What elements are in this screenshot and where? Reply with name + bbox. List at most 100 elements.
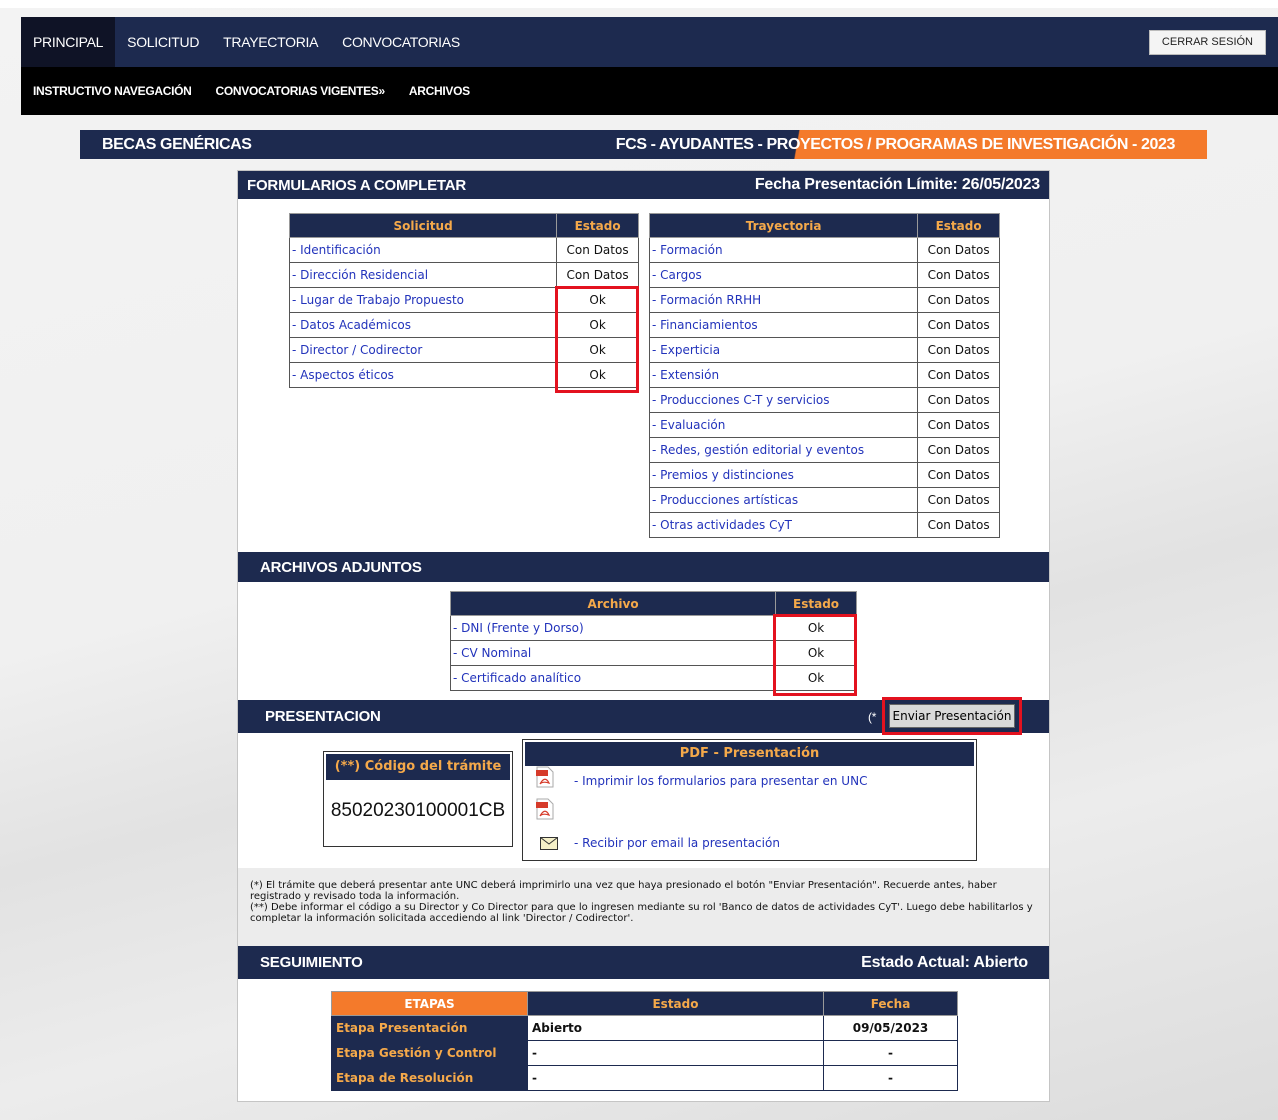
presentation-notes: (*) El trámite que deberá presentar ante…: [238, 868, 1049, 946]
highlight-send-button: [882, 697, 1022, 735]
table-row: Etapa Presentación Abierto 09/05/2023: [331, 1015, 958, 1041]
table-row: - Redes, gestión editorial y eventos Con …: [648, 437, 1000, 463]
col-archivo: Archivo: [449, 591, 777, 616]
status-cell: Con Datos: [917, 337, 1000, 363]
archivo-link[interactable]: - DNI (Frente y Dorso): [449, 615, 777, 641]
seguimiento-title: SEGUIMIENTO: [260, 954, 363, 971]
status-cell: Con Datos: [917, 287, 1000, 313]
solicitud-form-link[interactable]: - Dirección Residencial: [288, 262, 558, 288]
table-row: - Experticia Con Datos: [648, 337, 1000, 363]
trayectoria-form-link[interactable]: - Producciones C-T y servicios: [648, 387, 919, 413]
etapa-cell: Etapa Presentación: [331, 1015, 528, 1041]
solicitud-form-link[interactable]: - Aspectos éticos: [288, 362, 558, 388]
status-cell: Con Datos: [556, 262, 639, 288]
trayectoria-form-link[interactable]: - Financiamientos: [648, 312, 919, 338]
code-value: 85020230100001CB: [330, 800, 506, 821]
table-row: - Producciones artísticas Con Datos: [648, 487, 1000, 513]
nav-principal[interactable]: PRINCIPAL: [21, 17, 116, 67]
trayectoria-form-link[interactable]: - Premios y distinciones: [648, 462, 919, 488]
solicitud-form-link[interactable]: - Identificación: [288, 237, 558, 263]
highlight-archivos-ok: [773, 614, 857, 696]
nav-archivos[interactable]: ARCHIVOS: [397, 84, 482, 98]
nav-convocatorias[interactable]: CONVOCATORIAS: [330, 17, 472, 67]
nav-convocatorias-vigentes[interactable]: CONVOCATORIAS VIGENTES»: [204, 84, 397, 98]
table-row: - Cargos Con Datos: [648, 262, 1000, 288]
nav-solicitud[interactable]: SOLICITUD: [115, 17, 211, 67]
table-row: Etapa Gestión y Control - -: [331, 1040, 958, 1066]
print-forms-link[interactable]: - Imprimir los formularios para presenta…: [574, 774, 867, 788]
email-link[interactable]: - Recibir por email la presentación: [574, 836, 780, 850]
seguimiento-header: SEGUIMIENTO Estado Actual: Abierto: [238, 946, 1049, 979]
estado-cell: Abierto: [527, 1015, 824, 1041]
main-panel: FORMULARIOS A COMPLETAR Fecha Presentaci…: [237, 170, 1050, 1102]
trayectoria-form-link[interactable]: - Otras actividades CyT: [648, 512, 919, 538]
estado-cell: -: [527, 1040, 824, 1066]
email-icon[interactable]: [540, 837, 558, 850]
table-row: - Otras actividades CyT Con Datos: [648, 512, 1000, 538]
col-trayectoria: Trayectoria: [648, 213, 919, 238]
trayectoria-form-link[interactable]: - Formación: [648, 237, 919, 263]
trayectoria-form-link[interactable]: - Extensión: [648, 362, 919, 388]
nav-trayectoria[interactable]: TRAYECTORIA: [211, 17, 330, 67]
col-etapas: ETAPAS: [331, 991, 528, 1016]
seguimiento-table: ETAPAS Estado Fecha Etapa Presentación Ab…: [331, 991, 958, 1091]
status-cell: Con Datos: [917, 312, 1000, 338]
trayectoria-form-link[interactable]: - Experticia: [648, 337, 919, 363]
etapa-cell: Etapa de Resolución: [331, 1065, 528, 1091]
secondary-nav: INSTRUCTIVO NAVEGACIÓN CONVOCATORIAS VIG…: [21, 67, 1278, 115]
code-box: (**) Código del trámite 85020230100001CB: [323, 751, 513, 847]
archivo-link[interactable]: - Certificado analítico: [449, 665, 777, 691]
estado-cell: -: [527, 1065, 824, 1091]
pdf-icon[interactable]: [536, 766, 554, 788]
trayectoria-form-link[interactable]: - Evaluación: [648, 412, 919, 438]
etapa-cell: Etapa Gestión y Control: [331, 1040, 528, 1066]
col-estado: Estado: [775, 591, 857, 616]
asterisk-note: (*: [868, 710, 877, 724]
banner-title: BECAS GENÉRICAS: [102, 136, 252, 153]
table-row: - Producciones C-T y servicios Con Datos: [648, 387, 1000, 413]
status-cell: Con Datos: [917, 362, 1000, 388]
table-row: - Financiamientos Con Datos: [648, 312, 1000, 338]
trayectoria-form-link[interactable]: - Producciones artísticas: [648, 487, 919, 513]
formularios-title: FORMULARIOS A COMPLETAR: [247, 177, 466, 194]
table-row: Etapa de Resolución - -: [331, 1065, 958, 1091]
highlight-solicitud-ok: [555, 286, 639, 393]
nav-instructivo[interactable]: INSTRUCTIVO NAVEGACIÓN: [21, 84, 204, 98]
archivos-header: ARCHIVOS ADJUNTOS: [238, 552, 1049, 582]
solicitud-form-link[interactable]: - Datos Académicos: [288, 312, 558, 338]
trayectoria-form-link[interactable]: - Redes, gestión editorial y eventos: [648, 437, 919, 463]
formularios-header: FORMULARIOS A COMPLETAR Fecha Presentaci…: [238, 171, 1049, 199]
fecha-cell: -: [823, 1065, 958, 1091]
status-cell: Con Datos: [917, 487, 1000, 513]
table-row: - Evaluación Con Datos: [648, 412, 1000, 438]
status-cell: Con Datos: [917, 462, 1000, 488]
archivos-title: ARCHIVOS ADJUNTOS: [260, 559, 422, 576]
table-row: - Extensión Con Datos: [648, 362, 1000, 388]
top-strip: [0, 0, 1278, 8]
status-cell: Con Datos: [917, 512, 1000, 538]
solicitud-form-link[interactable]: - Lugar de Trabajo Propuesto: [288, 287, 558, 313]
logout-button[interactable]: CERRAR SESIÓN: [1148, 30, 1266, 55]
banner: BECAS GENÉRICAS FCS - AYUDANTES - PROYEC…: [80, 130, 1207, 159]
col-estado: Estado: [917, 213, 1000, 238]
table-row: - Formación Con Datos: [648, 237, 1000, 263]
note-1: (*) El trámite que deberá presentar ante…: [250, 880, 997, 902]
trayectoria-table: Trayectoria Estado - Formación Con Datos -…: [648, 213, 1000, 538]
archivo-link[interactable]: - CV Nominal: [449, 640, 777, 666]
presentacion-title: PRESENTACION: [265, 708, 381, 725]
trayectoria-form-link[interactable]: - Cargos: [648, 262, 919, 288]
pdf-icon[interactable]: [536, 798, 554, 820]
estado-actual: Estado Actual: Abierto: [861, 954, 1028, 971]
deadline: Fecha Presentación Límite: 26/05/2023: [754, 176, 1040, 193]
trayectoria-form-link[interactable]: - Formación RRHH: [648, 287, 919, 313]
col-fecha: Fecha: [823, 991, 958, 1016]
fecha-cell: -: [823, 1040, 958, 1066]
code-header: (**) Código del trámite: [326, 754, 510, 780]
table-row: - Dirección Residencial Con Datos: [288, 262, 639, 288]
col-estado: Estado: [527, 991, 824, 1016]
solicitud-form-link[interactable]: - Director / Codirector: [288, 337, 558, 363]
col-solicitud: Solicitud: [288, 213, 558, 238]
status-cell: Con Datos: [556, 237, 639, 263]
status-cell: Con Datos: [917, 412, 1000, 438]
pdf-header: PDF - Presentación: [525, 742, 974, 766]
